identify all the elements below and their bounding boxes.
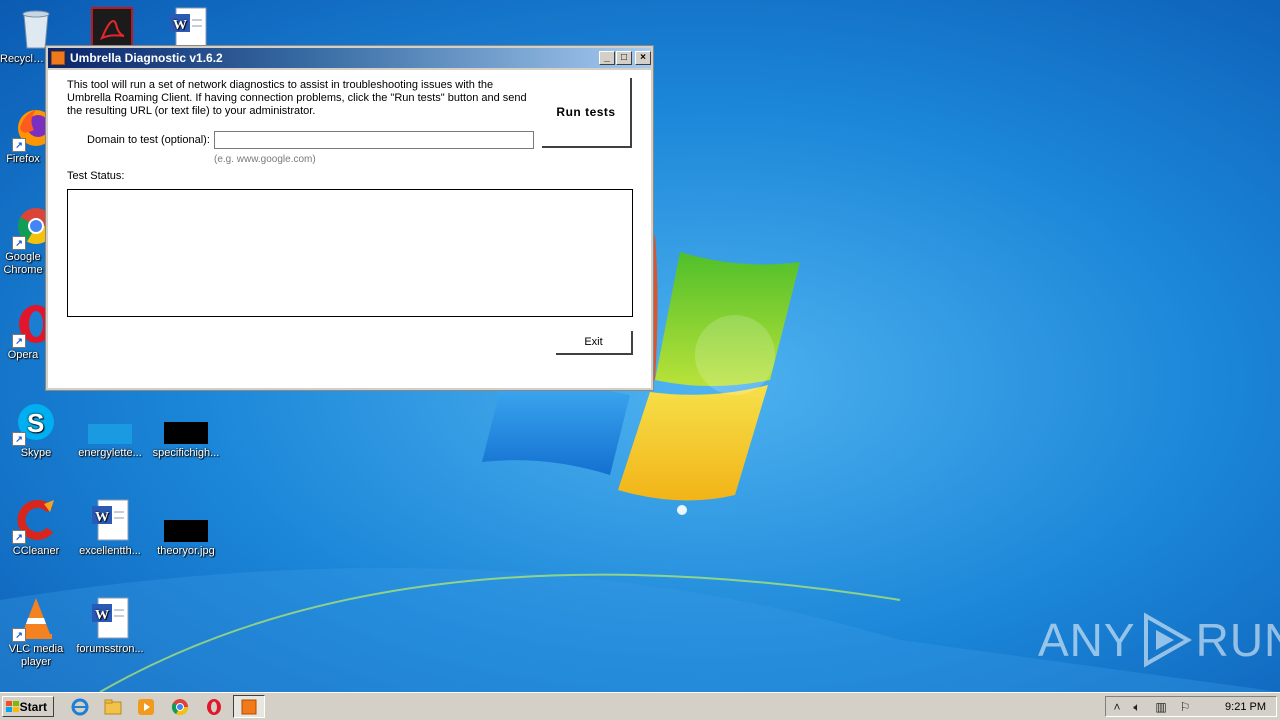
desktop-icon-skype[interactable]: S ↗ Skype (0, 400, 72, 460)
desktop-icon-label: specifichigh... (152, 447, 220, 459)
image-file-icon (164, 498, 210, 542)
desktop-icon-theoryor[interactable]: theoryor.jpg (150, 498, 222, 558)
opera-taskbar-icon[interactable] (204, 697, 224, 717)
maximize-button[interactable]: □ (616, 51, 632, 65)
explorer-folder-icon[interactable] (103, 697, 123, 717)
ie-icon[interactable] (70, 697, 90, 717)
windows-flag-icon (6, 700, 19, 713)
close-button[interactable]: × (635, 51, 651, 65)
clock[interactable]: 9:21 PM (1225, 701, 1266, 713)
desktop-icon-energylette[interactable]: energylette... (74, 400, 146, 460)
desktop-icon-label: theoryor.jpg (157, 545, 215, 557)
desktop-icon-excellentth[interactable]: W excellentth... (74, 498, 146, 558)
taskbar: Start ˄ 🔈︎ ▥ ⚐ 9:21 PM (0, 692, 1280, 720)
domain-label: Domain to test (optional): (87, 134, 210, 146)
desktop-icon-label: excellentth... (79, 545, 141, 557)
skype-icon: S ↗ (12, 400, 58, 446)
action-center-flag-icon[interactable]: ⚐ (1178, 700, 1192, 714)
word-doc-icon: W (88, 498, 132, 542)
umbrella-app-icon (51, 51, 65, 65)
volume-icon[interactable]: 🔈︎ (1130, 700, 1144, 714)
desktop-icon-label: forumsstron... (76, 643, 144, 655)
svg-text:S: S (27, 408, 44, 438)
window-title: Umbrella Diagnostic v1.6.2 (70, 51, 223, 65)
system-tray: ˄ 🔈︎ ▥ ⚐ 9:21 PM (1105, 696, 1277, 717)
chrome-taskbar-icon[interactable] (170, 697, 190, 717)
umbrella-app-icon (241, 699, 257, 714)
file-icon (88, 400, 132, 444)
desktop-icon-label: Recycle Bin (0, 53, 46, 65)
umbrella-taskbar-button[interactable] (233, 695, 265, 718)
ccleaner-icon: ↗ (12, 498, 58, 544)
window-client-area: This tool will run a set of network diag… (48, 70, 651, 388)
domain-hint: (e.g. www.google.com) (214, 154, 316, 165)
desktop-icon-label: Opera (7, 349, 39, 361)
tray-expand-icon[interactable]: ˄ (1110, 700, 1124, 714)
desktop-icon-specifichigh[interactable]: specifichigh... (150, 400, 222, 460)
play-triangle-icon (1143, 612, 1192, 668)
shortcut-arrow-icon: ↗ (12, 628, 26, 642)
media-player-icon[interactable] (136, 697, 156, 717)
network-icon[interactable]: ▥ (1154, 700, 1168, 714)
test-status-label: Test Status: (67, 170, 125, 182)
shortcut-arrow-icon: ↗ (12, 432, 26, 446)
exit-button[interactable]: Exit (556, 331, 633, 355)
desktop-icon-label: energylette... (78, 447, 142, 459)
svg-text:W: W (95, 608, 109, 623)
description-text: This tool will run a set of network diag… (67, 79, 527, 117)
svg-text:W: W (173, 18, 187, 33)
start-button[interactable]: Start (2, 696, 54, 717)
desktop-icon-vlc[interactable]: ↗ VLC media player (0, 596, 72, 669)
word-doc-icon: W (88, 596, 132, 640)
shortcut-arrow-icon: ↗ (12, 138, 26, 152)
run-tests-button[interactable]: Run tests (542, 78, 632, 148)
test-status-box[interactable] (67, 189, 633, 317)
desktop-icon-label: Google Chrome (3, 251, 43, 276)
shortcut-arrow-icon: ↗ (12, 236, 26, 250)
svg-text:W: W (95, 510, 109, 525)
window-titlebar[interactable]: Umbrella Diagnostic v1.6.2 _ □ × (48, 48, 651, 68)
start-label: Start (19, 699, 47, 714)
image-file-icon (164, 400, 210, 444)
watermark-right-text: RUN (1195, 614, 1280, 666)
umbrella-diagnostic-window[interactable]: Umbrella Diagnostic v1.6.2 _ □ × This to… (45, 45, 654, 391)
word-doc-icon: W (166, 6, 210, 50)
shortcut-arrow-icon: ↗ (12, 530, 26, 544)
desktop-icon-label: VLC media player (8, 643, 64, 668)
watermark-left-text: ANY (1038, 614, 1136, 666)
vlc-icon: ↗ (12, 596, 58, 642)
shortcut-arrow-icon: ↗ (12, 334, 26, 348)
recycle-bin-icon (14, 6, 58, 50)
desktop-icon-label: Firefox (6, 153, 40, 165)
acrobat-icon (90, 6, 134, 50)
desktop-icon-ccleaner[interactable]: ↗ CCleaner (0, 498, 72, 558)
domain-input[interactable] (214, 131, 534, 149)
desktop-icon-label: Skype (20, 447, 52, 459)
desktop-icon-label: CCleaner (12, 545, 60, 557)
anyrun-watermark: ANY RUN (1038, 612, 1280, 668)
desktop-icon-forumsstron[interactable]: W forumsstron... (74, 596, 146, 656)
minimize-button[interactable]: _ (599, 51, 615, 65)
